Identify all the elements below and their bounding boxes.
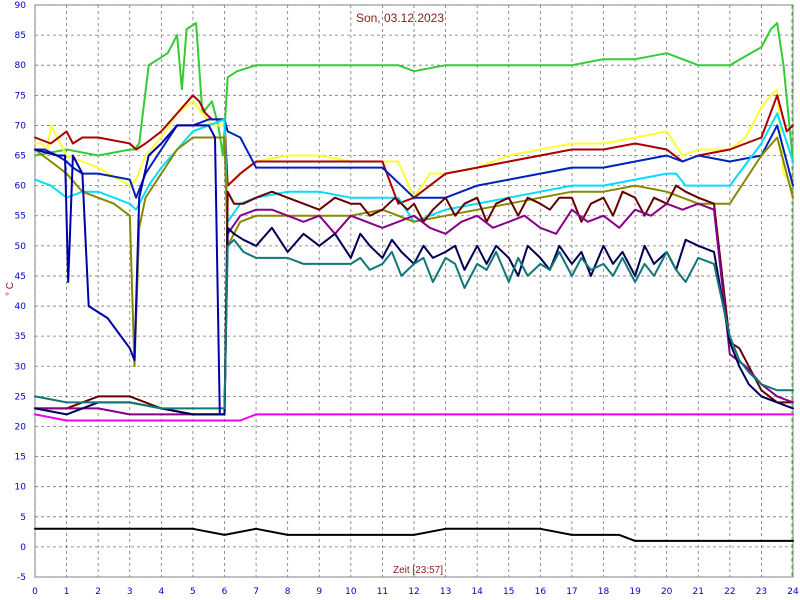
- y-tick-label: -5: [17, 573, 26, 583]
- x-tick-label: 9: [316, 587, 322, 597]
- y-tick-labels: -5 0 5 10 15 20 25 30 35 40 45 50 55 60 65 70 75 80 85 90: [15, 1, 27, 583]
- x-tick-label: 10: [345, 587, 357, 597]
- chart-title: Son, 03.12.2023: [356, 11, 444, 25]
- x-tick-label: 11: [377, 587, 388, 597]
- y-tick-label: 35: [15, 332, 26, 342]
- y-tick-label: 45: [15, 272, 26, 282]
- x-tick-label: 14: [471, 587, 483, 597]
- y-tick-label: 55: [15, 212, 26, 222]
- y-tick-label: 40: [15, 302, 27, 312]
- x-tick-label: 0: [32, 587, 38, 597]
- y-tick-label: 80: [15, 61, 27, 71]
- x-tick-label: 1: [64, 587, 70, 597]
- y-tick-label: 5: [20, 513, 26, 523]
- x-tick-label: 17: [566, 587, 577, 597]
- x-tick-label: 16: [535, 587, 547, 597]
- x-tick-label: 8: [285, 587, 291, 597]
- x-tick-label: 2: [95, 587, 101, 597]
- temperature-chart: -5051015202530354045505560657075808590 0…: [5, 1, 799, 597]
- y-tick-label: 20: [15, 422, 27, 432]
- x-tick-label: 7: [253, 587, 259, 597]
- y-tick-label: 10: [15, 483, 27, 493]
- y-tick-label: 90: [15, 1, 27, 11]
- y-tick-label: 15: [15, 453, 26, 463]
- y-tick-label: 0: [20, 543, 26, 553]
- x-tick-label: 22: [724, 587, 735, 597]
- x-tick-label: 6: [222, 587, 228, 597]
- y-axis-label: ° C: [5, 282, 16, 296]
- x-tick-label: 12: [408, 587, 419, 597]
- y-tick-label: 50: [15, 242, 27, 252]
- y-tick-label: 30: [15, 362, 27, 372]
- x-tick-label: 23: [756, 587, 767, 597]
- y-tick-label: 25: [15, 392, 26, 402]
- x-tick-label: 4: [158, 587, 164, 597]
- x-tick-label: 18: [598, 587, 610, 597]
- y-tick-label: 70: [15, 121, 27, 131]
- y-tick-label: 75: [15, 91, 26, 101]
- y-tick-label: 85: [15, 31, 26, 41]
- y-tick-label: 65: [15, 152, 26, 162]
- x-tick-label: 21: [693, 587, 704, 597]
- x-axis-label: Zeit [23:57]: [393, 565, 443, 576]
- x-tick-labels: 0 1 2 3 4 5 6 7 8 9 10 11 12 13 14 15 16 17 18 19 20 21 22 23 24: [32, 587, 799, 597]
- x-tick-label: 19: [629, 587, 641, 597]
- series-line-9: [34, 226, 794, 416]
- x-tick-label: 20: [661, 587, 673, 597]
- x-tick-label: 3: [127, 587, 133, 597]
- x-tick-label: 5: [190, 587, 196, 597]
- x-tick-label: 24: [787, 587, 799, 597]
- y-tick-label: 60: [15, 182, 27, 192]
- grid: [34, 4, 794, 578]
- x-tick-label: 15: [503, 587, 514, 597]
- x-tick-label: 13: [440, 587, 451, 597]
